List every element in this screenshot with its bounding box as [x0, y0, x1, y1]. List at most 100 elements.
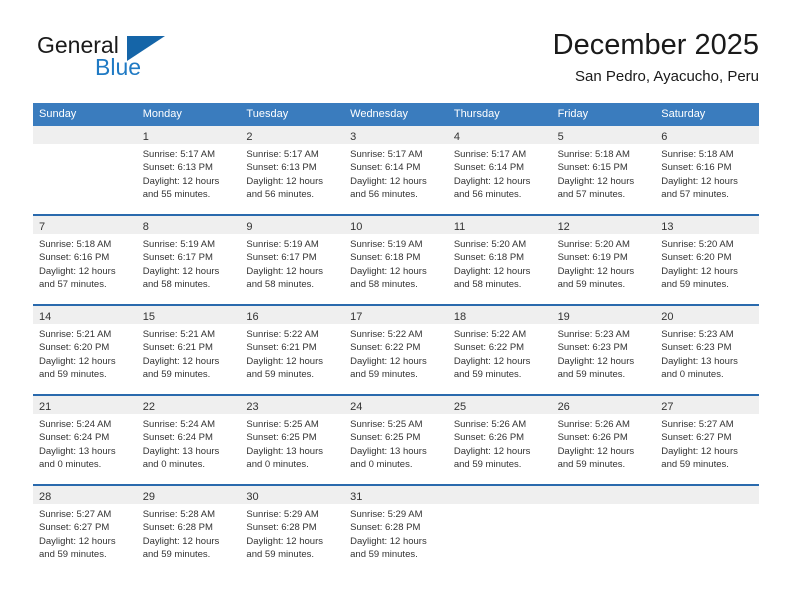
daylight-text-line1: Daylight: 12 hours: [350, 535, 427, 547]
day-number: 15: [142, 311, 155, 323]
daylight-text-line1: Daylight: 12 hours: [246, 265, 323, 277]
day-number-bar: 10: [344, 216, 448, 234]
day-number: 9: [246, 221, 253, 233]
calendar-day-cell[interactable]: 17 Sunrise: 5:22 AM Sunset: 6:22 PM Dayligh…: [344, 306, 448, 394]
daylight-text-line2: and 59 minutes.: [350, 549, 418, 561]
daylight-text-line1: Daylight: 12 hours: [246, 535, 323, 547]
day-number: 28: [39, 491, 52, 503]
day-details: Sunrise: 5:19 AM Sunset: 6:17 PM Daylight:…: [240, 234, 344, 292]
calendar-day-cell[interactable]: 5 Sunrise: 5:18 AM Sunset: 6:15 PM Daylight…: [551, 126, 656, 214]
weekday-header-sunday: Sunday: [39, 108, 77, 120]
day-number-bar: 18: [447, 306, 552, 324]
day-details: Sunrise: 5:23 AM Sunset: 6:23 PM Daylight:…: [552, 324, 656, 382]
calendar-week-row: 7 Sunrise: 5:18 AM Sunset: 6:16 PM Daylight…: [33, 214, 759, 304]
calendar-day-cell[interactable]: 6 Sunrise: 5:18 AM Sunset: 6:16 PM Daylight…: [655, 126, 759, 214]
day-number: 23: [246, 401, 259, 413]
calendar-grid: Sunday Monday Tuesday Wednesday Thursday Frid…: [33, 103, 759, 574]
calendar-day-cell[interactable]: 4 Sunrise: 5:17 AM Sunset: 6:14 PM Daylight…: [447, 126, 552, 214]
calendar-day-cell[interactable]: 26 Sunrise: 5:26 AM Sunset: 6:26 PM Dayligh…: [551, 396, 656, 484]
sunset-text: Sunset: 6:26 PM: [557, 432, 628, 444]
general-blue-logo[interactable]: General Blue: [33, 32, 233, 88]
day-number-bar: 21: [33, 396, 137, 414]
sunrise-text: Sunrise: 5:17 AM: [350, 149, 423, 160]
weekday-header-tuesday: Tuesday: [246, 108, 289, 120]
calendar-day-cell[interactable]: 23 Sunrise: 5:25 AM Sunset: 6:25 PM Dayligh…: [240, 396, 345, 484]
daylight-text-line2: and 0 minutes.: [661, 369, 724, 381]
sunrise-text: Sunrise: 5:23 AM: [557, 329, 630, 340]
daylight-text-line1: Daylight: 12 hours: [557, 265, 635, 277]
day-number: 20: [661, 311, 674, 323]
day-details: Sunrise: 5:25 AM Sunset: 6:25 PM Daylight:…: [240, 414, 344, 472]
calendar-day-cell[interactable]: 29 Sunrise: 5:28 AM Sunset: 6:28 PM Dayligh…: [136, 486, 241, 574]
day-details: Sunrise: 5:20 AM Sunset: 6:19 PM Daylight:…: [552, 234, 656, 292]
day-number: 3: [350, 131, 357, 143]
weekday-header-wednesday: Wednesday: [350, 108, 409, 120]
calendar-day-cell[interactable]: 24 Sunrise: 5:25 AM Sunset: 6:25 PM Dayligh…: [344, 396, 448, 484]
calendar-day-cell[interactable]: 2 Sunrise: 5:17 AM Sunset: 6:13 PM Daylight…: [240, 126, 345, 214]
day-number-bar: 30: [240, 486, 345, 504]
day-number: 18: [453, 311, 467, 323]
day-number-bar: [655, 486, 759, 504]
calendar-day-cell[interactable]: 7 Sunrise: 5:18 AM Sunset: 6:16 PM Daylight…: [33, 216, 137, 304]
sunset-text: Sunset: 6:16 PM: [39, 252, 110, 264]
sunset-text: Sunset: 6:16 PM: [661, 162, 732, 174]
day-number: 6: [661, 131, 668, 143]
sunset-text: Sunset: 6:27 PM: [661, 432, 732, 444]
day-number: 29: [142, 491, 155, 503]
sunrise-text: Sunrise: 5:25 AM: [246, 419, 319, 430]
sunrise-text: Sunrise: 5:17 AM: [453, 149, 527, 160]
calendar-day-cell[interactable]: 13 Sunrise: 5:20 AM Sunset: 6:20 PM Dayligh…: [655, 216, 759, 304]
day-number-bar: 17: [344, 306, 448, 324]
sunrise-text: Sunrise: 5:21 AM: [142, 329, 216, 340]
calendar-day-cell[interactable]: 31 Sunrise: 5:29 AM Sunset: 6:28 PM Dayligh…: [344, 486, 448, 574]
daylight-text-line2: and 56 minutes.: [246, 189, 315, 201]
calendar-day-cell[interactable]: 12 Sunrise: 5:20 AM Sunset: 6:19 PM Dayligh…: [551, 216, 656, 304]
calendar-day-cell[interactable]: 15 Sunrise: 5:21 AM Sunset: 6:21 PM Dayligh…: [136, 306, 241, 394]
calendar-day-cell[interactable]: 3 Sunrise: 5:17 AM Sunset: 6:14 PM Daylight…: [344, 126, 448, 214]
daylight-text-line2: and 59 minutes.: [453, 369, 522, 381]
sunset-text: Sunset: 6:13 PM: [142, 162, 213, 174]
day-number-bar: 6: [655, 126, 759, 144]
calendar-day-cell[interactable]: 14 Sunrise: 5:21 AM Sunset: 6:20 PM Dayligh…: [33, 306, 137, 394]
day-number: 25: [453, 401, 467, 413]
calendar-day-cell[interactable]: 11 Sunrise: 5:20 AM Sunset: 6:18 PM Dayligh…: [447, 216, 552, 304]
daylight-text-line2: and 58 minutes.: [246, 279, 315, 291]
day-number-bar: 27: [655, 396, 759, 414]
daylight-text-line2: and 59 minutes.: [39, 369, 107, 381]
calendar-day-cell[interactable]: 28 Sunrise: 5:27 AM Sunset: 6:27 PM Dayligh…: [33, 486, 137, 574]
daylight-text-line1: Daylight: 12 hours: [142, 175, 220, 187]
calendar-day-cell[interactable]: 1 Sunrise: 5:17 AM Sunset: 6:13 PM Daylight…: [136, 126, 241, 214]
logo-text-blue: Blue: [95, 54, 142, 80]
daylight-text-line1: Daylight: 12 hours: [350, 355, 427, 367]
calendar-day-cell[interactable]: 27 Sunrise: 5:27 AM Sunset: 6:27 PM Dayligh…: [655, 396, 759, 484]
calendar-day-cell[interactable]: 30 Sunrise: 5:29 AM Sunset: 6:28 PM Dayligh…: [240, 486, 345, 574]
sunrise-text: Sunrise: 5:19 AM: [142, 239, 216, 250]
day-number: 24: [350, 401, 363, 413]
calendar-day-cell[interactable]: 22 Sunrise: 5:24 AM Sunset: 6:24 PM Dayligh…: [136, 396, 241, 484]
calendar-day-cell[interactable]: 19 Sunrise: 5:23 AM Sunset: 6:23 PM Dayligh…: [551, 306, 656, 394]
calendar-day-cell[interactable]: 20 Sunrise: 5:23 AM Sunset: 6:23 PM Dayligh…: [655, 306, 759, 394]
sunset-text: Sunset: 6:28 PM: [246, 522, 317, 534]
daylight-text-line2: and 0 minutes.: [246, 459, 309, 471]
day-details: Sunrise: 5:26 AM Sunset: 6:26 PM Daylight:…: [448, 414, 552, 472]
day-number: 14: [39, 311, 52, 323]
page-header: General Blue December 2025 San Pedro, Ay…: [33, 28, 759, 98]
calendar-day-cell[interactable]: 21 Sunrise: 5:24 AM Sunset: 6:24 PM Dayligh…: [33, 396, 137, 484]
day-number: 16: [246, 311, 259, 323]
calendar-day-cell[interactable]: 16 Sunrise: 5:22 AM Sunset: 6:21 PM Dayligh…: [240, 306, 345, 394]
calendar-day-cell[interactable]: 9 Sunrise: 5:19 AM Sunset: 6:17 PM Daylight…: [240, 216, 345, 304]
sunrise-text: Sunrise: 5:17 AM: [142, 149, 216, 160]
calendar-day-cell[interactable]: 8 Sunrise: 5:19 AM Sunset: 6:17 PM Daylight…: [136, 216, 241, 304]
day-number: 1: [142, 131, 149, 143]
day-details: Sunrise: 5:18 AM Sunset: 6:15 PM Daylight:…: [552, 144, 656, 202]
calendar-day-cell[interactable]: 10 Sunrise: 5:19 AM Sunset: 6:18 PM Dayligh…: [344, 216, 448, 304]
day-number-bar: 15: [136, 306, 241, 324]
daylight-text-line2: and 59 minutes.: [246, 549, 315, 561]
weekday-header-monday: Monday: [142, 108, 182, 120]
day-details: Sunrise: 5:23 AM Sunset: 6:23 PM Daylight:…: [655, 324, 759, 382]
sunrise-text: Sunrise: 5:29 AM: [350, 509, 423, 520]
calendar-day-cell[interactable]: 25 Sunrise: 5:26 AM Sunset: 6:26 PM Dayligh…: [447, 396, 552, 484]
daylight-text-line1: Daylight: 12 hours: [557, 445, 635, 457]
calendar-day-cell[interactable]: 18 Sunrise: 5:22 AM Sunset: 6:22 PM Dayligh…: [447, 306, 552, 394]
daylight-text-line2: and 58 minutes.: [142, 279, 211, 291]
